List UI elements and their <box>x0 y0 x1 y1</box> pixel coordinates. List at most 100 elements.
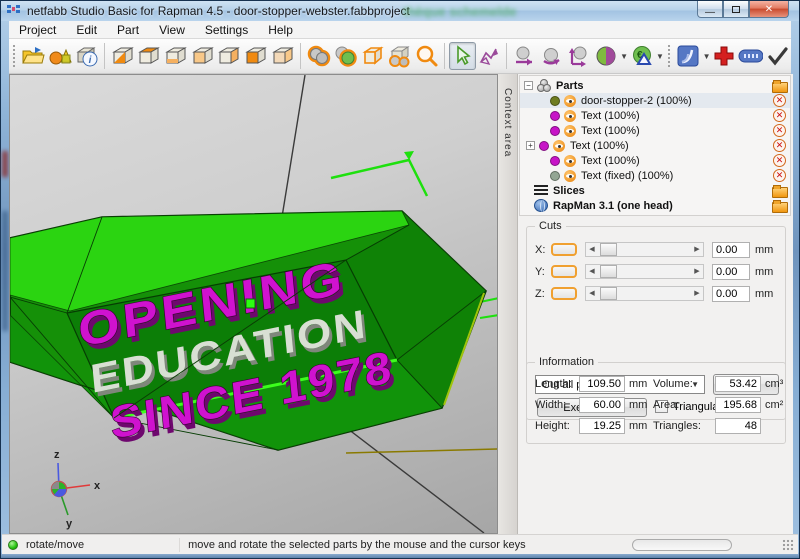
resize-grip[interactable] <box>782 539 794 551</box>
render-mode-icon[interactable] <box>592 42 619 70</box>
cut-y-value-input[interactable] <box>712 264 750 280</box>
view-back-icon[interactable] <box>216 42 243 70</box>
platform-icon[interactable] <box>675 42 702 70</box>
context-area-tab[interactable]: Context area <box>498 74 518 534</box>
parts-tree: − Parts door-stopper-2 (100%) ✕ Text (10… <box>519 75 791 216</box>
slider-right-arrow-icon[interactable]: ▶ <box>691 265 703 278</box>
select-parts-icon[interactable] <box>305 42 332 70</box>
slider-left-arrow-icon[interactable]: ◀ <box>586 243 598 256</box>
repair-caret-icon[interactable]: ▼ <box>656 52 664 61</box>
open-folder-icon[interactable] <box>772 185 787 197</box>
group-parts-icon[interactable] <box>386 42 413 70</box>
zoom-icon[interactable] <box>413 42 440 70</box>
titlebar[interactable]: netfabb Studio Basic for Rapman 4.5 - do… <box>1 1 799 21</box>
slider-thumb[interactable] <box>600 287 617 300</box>
visibility-eye-icon[interactable] <box>553 140 565 152</box>
add-primitive-icon[interactable] <box>47 42 74 70</box>
slider-left-arrow-icon[interactable]: ◀ <box>586 287 598 300</box>
menu-edit[interactable]: Edit <box>66 23 107 37</box>
delete-part-icon[interactable]: ✕ <box>773 124 786 137</box>
expand-icon[interactable]: + <box>526 141 535 150</box>
area-value <box>715 397 761 413</box>
view-front-icon[interactable] <box>189 42 216 70</box>
information-groupbox: Information Length: mm Volume: cm³ Width… <box>526 362 786 444</box>
axis-y-label: y <box>66 518 73 530</box>
slider-right-arrow-icon[interactable]: ▶ <box>691 243 703 256</box>
visibility-eye-icon[interactable] <box>564 170 576 182</box>
delete-part-icon[interactable]: ✕ <box>773 139 786 152</box>
view-top-icon[interactable] <box>136 42 163 70</box>
tree-row-part[interactable]: Text (100%) ✕ <box>520 153 790 168</box>
minimize-button[interactable]: — <box>697 1 723 18</box>
tree-row-part[interactable]: Text (fixed) (100%) ✕ <box>520 168 790 183</box>
cursor-select-icon[interactable] <box>449 42 476 70</box>
bounding-box-icon[interactable] <box>359 42 386 70</box>
cut-x-slider[interactable]: ◀▶ <box>585 242 704 257</box>
render-mode-caret-icon[interactable]: ▼ <box>620 52 628 61</box>
menu-project[interactable]: Project <box>9 23 66 37</box>
slider-thumb[interactable] <box>600 243 617 256</box>
selection-handle[interactable] <box>246 299 255 308</box>
visibility-eye-icon[interactable] <box>564 125 576 137</box>
view-bottom-icon[interactable] <box>163 42 190 70</box>
cut-x-value-input[interactable] <box>712 242 750 258</box>
cut-y-button[interactable] <box>551 265 577 278</box>
tree-row-part[interactable]: + Text (100%) ✕ <box>520 138 790 153</box>
rotate-part-icon[interactable] <box>538 42 565 70</box>
open-folder-icon[interactable] <box>772 200 787 212</box>
background-window-ghost-text: thèque schemelde <box>403 4 516 19</box>
delete-part-icon[interactable]: ✕ <box>773 94 786 107</box>
tree-row-part[interactable]: Text (100%) ✕ <box>520 123 790 138</box>
part-color-dot <box>539 141 549 151</box>
menu-settings[interactable]: Settings <box>195 23 258 37</box>
toolbar-grip[interactable] <box>12 44 17 68</box>
apply-icon[interactable] <box>764 42 791 70</box>
add-part-icon[interactable] <box>711 42 738 70</box>
cut-z-button[interactable] <box>551 287 577 300</box>
delete-part-icon[interactable]: ✕ <box>773 109 786 122</box>
view-iso-icon[interactable] <box>109 42 136 70</box>
cut-z-slider[interactable]: ◀▶ <box>585 286 704 301</box>
tree-row-part[interactable]: Text (100%) ✕ <box>520 108 790 123</box>
cut-x-button[interactable] <box>551 243 577 256</box>
scale-part-icon[interactable] <box>565 42 592 70</box>
slider-thumb[interactable] <box>600 265 617 278</box>
repair-part-icon[interactable]: € <box>628 42 655 70</box>
visibility-eye-icon[interactable] <box>564 155 576 167</box>
maximize-button[interactable] <box>723 1 749 18</box>
platform-caret-icon[interactable]: ▼ <box>703 52 711 61</box>
move-part-icon[interactable] <box>511 42 538 70</box>
select-part-icon[interactable] <box>332 42 359 70</box>
cut-y-slider[interactable]: ◀▶ <box>585 264 704 279</box>
visibility-eye-icon[interactable] <box>564 95 576 107</box>
toolbar-grip[interactable] <box>667 44 672 68</box>
context-area-label: Context area <box>502 82 513 157</box>
tree-row-parts[interactable]: − Parts <box>520 78 790 93</box>
open-project-icon[interactable] <box>20 42 47 70</box>
tree-row-part[interactable]: door-stopper-2 (100%) ✕ <box>520 93 790 108</box>
view-left-icon[interactable] <box>243 42 270 70</box>
open-folder-icon[interactable] <box>772 80 787 92</box>
cut-z-value-input[interactable] <box>712 286 750 302</box>
delete-part-icon[interactable]: ✕ <box>773 154 786 167</box>
status-progress-bar <box>632 539 732 551</box>
maximize-icon <box>732 6 740 13</box>
slider-right-arrow-icon[interactable]: ▶ <box>691 287 703 300</box>
menu-view[interactable]: View <box>149 23 195 37</box>
height-row: Height: mm Triangles: <box>535 417 765 434</box>
measure-icon[interactable] <box>737 42 764 70</box>
close-button[interactable]: ✕ <box>749 1 789 18</box>
menu-part[interactable]: Part <box>107 23 149 37</box>
tree-row-printer[interactable]: RapMan 3.1 (one head) <box>520 198 790 213</box>
delete-part-icon[interactable]: ✕ <box>773 169 786 182</box>
viewport-canvas[interactable]: EDUCATION EDUCATION OPENING OPENING SINC… <box>9 74 498 534</box>
cut-axis-row-y: Y: ◀▶ mm <box>535 263 777 280</box>
slider-left-arrow-icon[interactable]: ◀ <box>586 265 598 278</box>
view-right-icon[interactable] <box>269 42 296 70</box>
part-info-icon[interactable]: i <box>73 42 100 70</box>
collapse-icon[interactable]: − <box>524 81 533 90</box>
menu-help[interactable]: Help <box>258 23 303 37</box>
tree-row-slices[interactable]: Slices <box>520 183 790 198</box>
free-select-icon[interactable] <box>476 42 503 70</box>
visibility-eye-icon[interactable] <box>564 110 576 122</box>
